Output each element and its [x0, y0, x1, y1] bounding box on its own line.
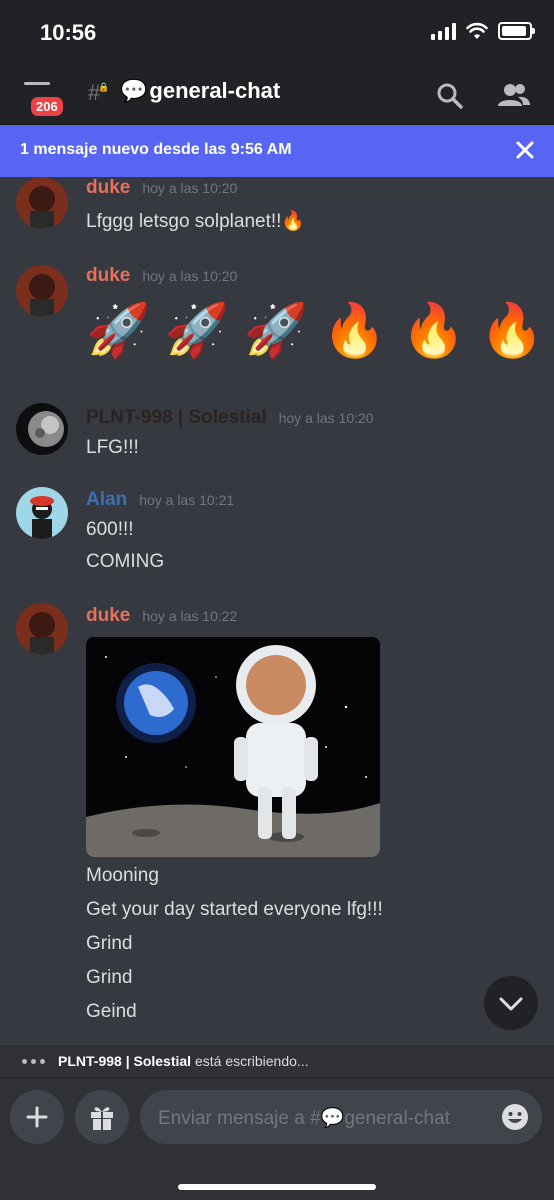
emoji-picker-icon[interactable]	[500, 1102, 530, 1132]
message-input[interactable]: Enviar mensaje a #💬general-chat	[140, 1090, 542, 1144]
typing-text: PLNT-998 | Solestial está escribiendo...	[58, 1053, 309, 1069]
avatar-alan[interactable]	[16, 487, 68, 539]
message-list[interactable]: duke hoy a las 10:20 Lfggg letsgo solpla…	[0, 177, 554, 1045]
unread-badge: 206	[28, 94, 66, 119]
battery-icon	[498, 22, 535, 40]
chat-bubble-icon: 💬	[120, 78, 148, 103]
rocket-emoji: 🚀	[164, 302, 230, 360]
emoji-row: 🚀 🚀 🚀 🔥 🔥 🔥 🔥	[86, 301, 554, 361]
avatar-duke[interactable]	[16, 265, 68, 317]
typing-user: PLNT-998 | Solestial	[58, 1053, 192, 1069]
wifi-icon	[466, 22, 488, 39]
avatar-plnt-998[interactable]	[16, 403, 68, 455]
message-text: Grind	[86, 933, 133, 954]
rocket-emoji: 🚀	[243, 302, 309, 360]
message-text: COMING	[86, 551, 165, 572]
channel-hash-icon: #🔒	[88, 80, 110, 105]
hamburger-icon	[24, 82, 50, 85]
channel-header: 206 #🔒 💬 general-chat	[0, 64, 554, 125]
gift-icon	[91, 1107, 113, 1130]
search-icon[interactable]	[432, 78, 468, 114]
avatar-duke[interactable]	[16, 603, 68, 655]
message-timestamp: hoy a las 10:20	[278, 410, 374, 426]
chevron-down-icon	[499, 997, 523, 1011]
avatar-duke[interactable]	[16, 177, 68, 229]
message-author[interactable]: duke	[86, 177, 130, 199]
message-text: Get your day started everyone lfg!!!	[86, 899, 383, 920]
message-input-placeholder: Enviar mensaje a #💬general-chat	[158, 1108, 450, 1129]
new-messages-text: 1 mensaje nuevo desde las 9:56 AM	[20, 141, 292, 158]
message-timestamp: hoy a las 10:20	[142, 180, 238, 196]
gift-button[interactable]	[75, 1090, 129, 1144]
status-bar: 10:56	[0, 0, 554, 64]
channel-name: general-chat	[149, 78, 281, 103]
message-text: Geind	[86, 1001, 137, 1022]
jump-to-bottom-button[interactable]	[484, 976, 538, 1030]
home-indicator[interactable]	[178, 1184, 376, 1190]
message-text: Lfggg letsgo solplanet!!🔥	[86, 211, 306, 232]
message-timestamp: hoy a las 10:22	[142, 608, 238, 624]
astronaut-moon-image	[86, 637, 380, 857]
channel-title[interactable]: 💬 general-chat	[120, 78, 280, 104]
plus-icon	[26, 1106, 48, 1128]
message-author[interactable]: duke	[86, 605, 130, 627]
message-author[interactable]: PLNT-998 | Solestial	[86, 407, 267, 429]
new-messages-banner[interactable]: 1 mensaje nuevo desde las 9:56 AM	[0, 125, 554, 177]
typing-dots-icon	[22, 1059, 45, 1064]
close-icon[interactable]	[512, 137, 538, 163]
message-author[interactable]: Alan	[86, 489, 127, 511]
message-author[interactable]: duke	[86, 265, 130, 287]
fire-emoji: 🔥	[322, 302, 387, 360]
typing-suffix: está escribiendo...	[191, 1053, 309, 1069]
add-attachment-button[interactable]	[10, 1090, 64, 1144]
members-icon[interactable]	[496, 78, 532, 114]
menu-button[interactable]: 206	[18, 80, 66, 120]
typing-indicator: PLNT-998 | Solestial está escribiendo...	[0, 1045, 554, 1078]
message-text: Mooning	[86, 865, 159, 886]
message-timestamp: hoy a las 10:20	[142, 268, 238, 284]
gif-attachment[interactable]	[86, 637, 380, 857]
fire-emoji: 🔥	[401, 302, 466, 360]
message-composer: Enviar mensaje a #💬general-chat	[0, 1078, 554, 1200]
rocket-emoji: 🚀	[86, 302, 151, 360]
message-text: 600!!!	[86, 519, 134, 540]
message-text: Grind	[86, 967, 133, 988]
message-text: LFG!!!	[86, 437, 139, 458]
clock: 10:56	[40, 20, 97, 45]
fire-emoji: 🔥	[479, 302, 545, 360]
signal-icon	[431, 22, 456, 40]
status-icons	[431, 22, 535, 40]
message-timestamp: hoy a las 10:21	[139, 492, 235, 508]
chat-bubble-icon: 💬	[320, 1108, 345, 1129]
